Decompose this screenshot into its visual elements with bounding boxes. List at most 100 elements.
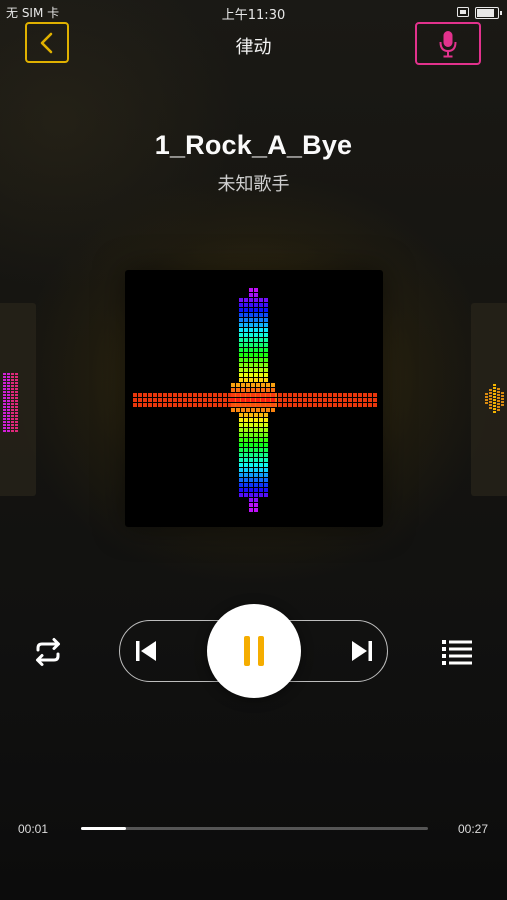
skip-previous-icon[interactable] — [133, 637, 159, 665]
visualizer-cell — [308, 403, 312, 407]
visualizer-cell — [303, 393, 307, 397]
visualizer-cell — [266, 408, 270, 412]
thumbnail-cell — [493, 387, 496, 389]
visualizer-cell — [249, 363, 253, 367]
visualizer-cell — [259, 463, 263, 467]
thumbnail-cell — [3, 397, 6, 399]
progress-slider[interactable] — [81, 827, 428, 830]
visualizer-cell — [163, 398, 167, 402]
visualizer-cell — [266, 393, 270, 397]
visualizer-cell — [239, 333, 243, 337]
visualizer-cell — [218, 393, 222, 397]
visualizer-cell — [246, 383, 250, 387]
visualizer-cell — [244, 353, 248, 357]
visualizer-cell — [261, 408, 265, 412]
thumbnail-cell — [3, 391, 6, 393]
thumbnail-cell — [3, 412, 6, 414]
visualizer-cell — [133, 393, 137, 397]
previous-visualizer — [3, 373, 18, 432]
skip-next-icon[interactable] — [349, 637, 375, 665]
visualizer-cell — [239, 443, 243, 447]
thumbnail-cell — [7, 400, 10, 402]
visualizer-cell — [249, 328, 253, 332]
visualizer-cell — [138, 403, 142, 407]
visualizer-cell — [143, 398, 147, 402]
thumbnail-cell — [501, 392, 504, 394]
thumbnail-cell — [7, 430, 10, 432]
visualizer-cell — [256, 398, 260, 402]
thumbnail-cell — [489, 389, 492, 391]
visualizer-cell — [254, 493, 258, 497]
visualizer-cell — [358, 393, 362, 397]
microphone-button[interactable] — [415, 22, 481, 65]
visualizer-cell — [239, 373, 243, 377]
visualizer-cell — [236, 403, 240, 407]
visualizer-cell — [198, 393, 202, 397]
visualizer-cell — [244, 348, 248, 352]
visualizer-cell — [244, 438, 248, 442]
visualizer-cell — [293, 393, 297, 397]
visualizer-cell — [278, 398, 282, 402]
visualizer-cell — [264, 493, 268, 497]
visualizer-cell — [264, 313, 268, 317]
visualizer-cell — [246, 408, 250, 412]
visualizer-cell — [244, 308, 248, 312]
visualizer-cell — [249, 433, 253, 437]
visualizer-cell — [303, 398, 307, 402]
visualizer-cell — [148, 393, 152, 397]
thumbnail-cell — [11, 415, 14, 417]
visualizer-cell — [264, 443, 268, 447]
visualizer-cell — [358, 403, 362, 407]
next-visualizer — [485, 384, 504, 413]
visualizer-cell — [193, 403, 197, 407]
visualizer-cell — [236, 383, 240, 387]
visualizer-cell — [239, 313, 243, 317]
visualizer-cell — [239, 328, 243, 332]
thumbnail-cell — [15, 391, 18, 393]
visualizer-cell — [244, 318, 248, 322]
visualizer-cell — [254, 488, 258, 492]
thumbnail-cell — [493, 393, 496, 395]
visualizer-cell — [198, 398, 202, 402]
visualizer-cell — [236, 408, 240, 412]
visualizer-cell — [254, 453, 258, 457]
visualizer-cell — [133, 398, 137, 402]
pause-button[interactable] — [207, 604, 301, 698]
thumbnail-cell — [11, 424, 14, 426]
thumbnail-cell — [7, 376, 10, 378]
visualizer-cell — [249, 468, 253, 472]
visualizer-cell — [254, 468, 258, 472]
visualizer-cell — [178, 403, 182, 407]
visualizer-cell — [241, 393, 245, 397]
visualizer-cell — [254, 418, 258, 422]
visualizer-cell — [239, 298, 243, 302]
visualizer-cell — [158, 403, 162, 407]
visualizer-cell — [241, 383, 245, 387]
visualizer-cell — [264, 303, 268, 307]
visualizer-cell — [283, 393, 287, 397]
visualizer-cell — [244, 443, 248, 447]
thumbnail-cell — [11, 412, 14, 414]
thumbnail-cell — [15, 376, 18, 378]
thumbnail-cell — [15, 406, 18, 408]
thumbnail-cell — [11, 391, 14, 393]
repeat-icon[interactable] — [30, 634, 66, 670]
visualizer-cell — [244, 343, 248, 347]
visualizer-cell — [249, 478, 253, 482]
visualizer-cell — [254, 298, 258, 302]
visualizer-cell — [153, 403, 157, 407]
next-album-card[interactable] — [471, 303, 507, 496]
visualizer-cell — [259, 438, 263, 442]
visualizer-cell — [239, 308, 243, 312]
playlist-icon[interactable] — [440, 636, 474, 668]
thumbnail-cell — [7, 403, 10, 405]
visualizer-cell — [259, 313, 263, 317]
visualizer-cell — [239, 448, 243, 452]
visualizer-cell — [259, 303, 263, 307]
previous-album-card[interactable] — [0, 303, 36, 496]
visualizer-cell — [256, 383, 260, 387]
visualizer-cell — [244, 453, 248, 457]
visualizer-cell — [254, 483, 258, 487]
visualizer-cell — [256, 403, 260, 407]
thumbnail-cell — [501, 401, 504, 403]
